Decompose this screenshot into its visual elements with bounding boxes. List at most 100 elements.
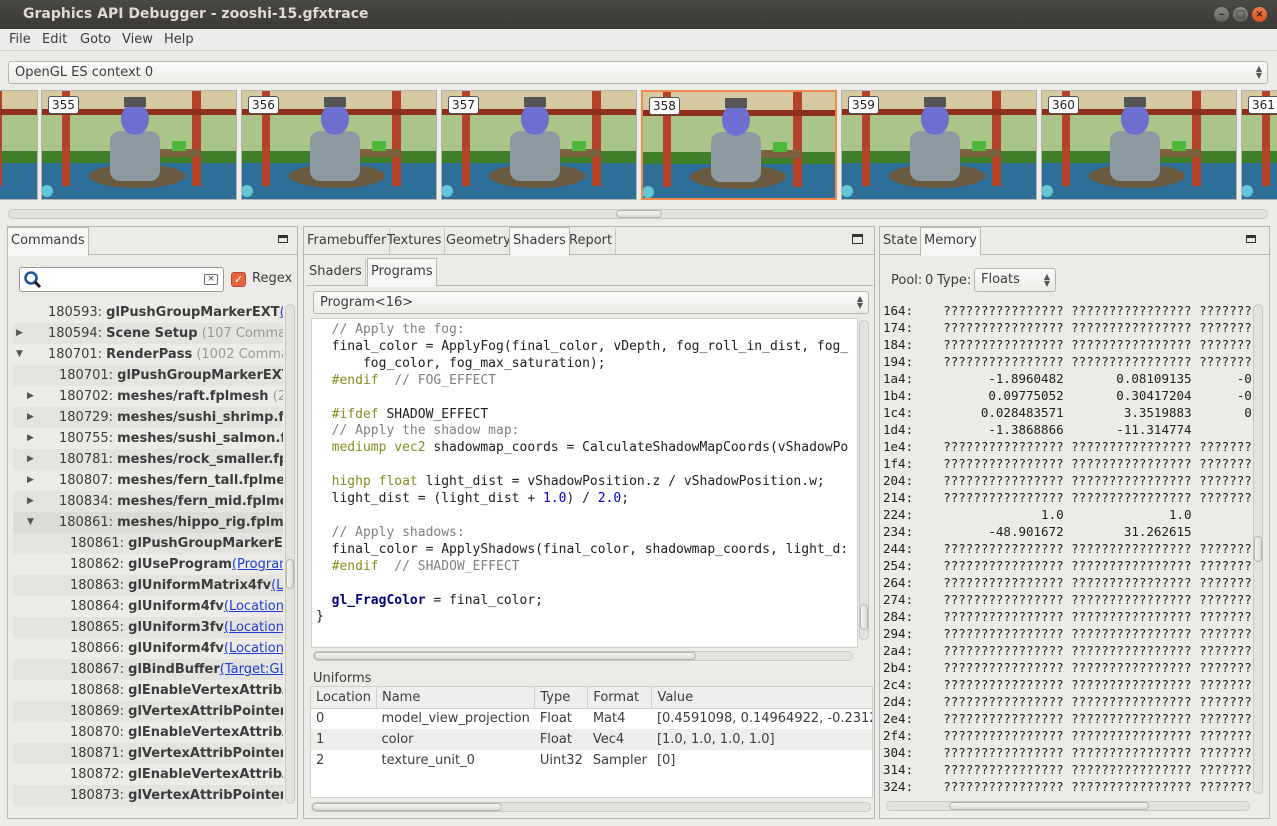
command-row[interactable]: 180593: glPushGroupMarkerEXT(Le (13, 302, 283, 323)
collapse-arrow-icon[interactable]: ▼ (27, 512, 34, 533)
command-row[interactable]: 180701: glPushGroupMarkerEXT (13, 365, 283, 386)
tab-state[interactable]: State (880, 228, 922, 255)
frame-thumbnail[interactable]: 355 (41, 90, 237, 200)
menu-file[interactable]: File (9, 32, 31, 47)
search-input[interactable]: × (19, 267, 224, 292)
panel-minimize-icon[interactable] (278, 235, 288, 243)
command-row[interactable]: 180863: glUniformMatrix4fv(Lo (13, 575, 283, 596)
type-select[interactable]: Floats ▲ ▼ (974, 268, 1056, 292)
menu-goto[interactable]: Goto (80, 32, 111, 47)
uniforms-column-header[interactable]: Name (376, 687, 536, 709)
panel-maximize-icon[interactable] (852, 234, 863, 244)
command-row[interactable]: 180867: glBindBuffer(Target:GL_ (13, 659, 283, 680)
close-icon[interactable]: × (1252, 7, 1267, 22)
command-row[interactable]: ▶ 180807: meshes/fern_tall.fplmesl (13, 470, 283, 491)
expand-arrow-icon[interactable]: ▶ (16, 323, 23, 344)
expand-arrow-icon[interactable]: ▶ (27, 386, 34, 407)
expand-arrow-icon[interactable]: ▶ (27, 428, 34, 449)
collapse-arrow-icon[interactable]: ▼ (16, 344, 23, 365)
shader-source-view[interactable]: // Apply the fog: final_color = ApplyFog… (311, 318, 858, 648)
shader-code: // Apply the fog: final_color = ApplyFog… (316, 322, 849, 625)
code-hscroll-thumb[interactable] (314, 652, 696, 660)
tab-report[interactable]: Report (566, 228, 617, 255)
frame-thumbnail[interactable]: 358 (641, 90, 837, 200)
frame-thumbnail[interactable]: 356 (241, 90, 437, 200)
command-row[interactable]: ▶ 180755: meshes/sushi_salmon.fp (13, 428, 283, 449)
tab-commands[interactable]: Commands (8, 227, 89, 256)
memory-view[interactable]: 164: ???????????????? ???????????????? ?… (883, 302, 1251, 797)
expand-arrow-icon[interactable]: ▶ (27, 449, 34, 470)
command-row[interactable]: 180871: glVertexAttribPointer( (13, 743, 283, 764)
uniforms-row[interactable]: 2 texture_unit_0 Uint32 Sampler [0] (311, 750, 872, 771)
uniforms-row[interactable]: 1 color Float Vec4 [1.0, 1.0, 1.0, 1.0] (311, 729, 872, 750)
command-row[interactable]: ▶ 180729: meshes/sushi_shrimp.fp (13, 407, 283, 428)
code-vscroll-thumb[interactable] (860, 604, 868, 630)
command-row[interactable]: 180864: glUniform4fv(Location:1 (13, 596, 283, 617)
clear-icon[interactable]: × (204, 274, 218, 285)
menu-help[interactable]: Help (164, 32, 194, 47)
command-row[interactable]: ▼ 180701: RenderPass (1002 Comma (13, 344, 283, 365)
expand-arrow-icon[interactable]: ▶ (27, 407, 34, 428)
command-row[interactable]: 180861: glPushGroupMarkerEX (13, 533, 283, 554)
program-select[interactable]: Program<16> ▲ ▼ (313, 291, 869, 314)
frame-thumbnail[interactable]: 360 (1041, 90, 1237, 200)
subtab-shaders[interactable]: Shaders (306, 259, 366, 286)
commands-scrollbar[interactable] (285, 304, 295, 804)
command-row[interactable]: 180870: glEnableVertexAttribAr (13, 722, 283, 743)
command-row[interactable]: 180868: glEnableVertexAttribAr (13, 680, 283, 701)
frame-thumbnail[interactable] (0, 90, 38, 200)
memory-hscroll-thumb[interactable] (949, 802, 1149, 810)
uniforms-column-header[interactable]: Format (587, 687, 653, 709)
memory-hscrollbar[interactable] (886, 801, 1250, 811)
tab-shaders[interactable]: Shaders (509, 227, 570, 256)
menu-edit[interactable]: Edit (42, 32, 67, 47)
code-vscrollbar[interactable] (859, 320, 869, 640)
frame-thumbnail[interactable]: 359 (841, 90, 1037, 200)
menu-view[interactable]: View (122, 32, 153, 47)
uniforms-row[interactable]: 0 model_view_projection Float Mat4 [0.459109… (311, 708, 872, 729)
memory-vscroll-thumb[interactable] (1254, 536, 1262, 562)
tab-memory[interactable]: Memory (920, 227, 981, 256)
uniforms-column-header[interactable]: Location (311, 687, 377, 709)
code-hscrollbar[interactable] (313, 651, 853, 661)
command-row[interactable]: ▶ 180834: meshes/fern_mid.fplmes (13, 491, 283, 512)
command-row[interactable]: 180872: glEnableVertexAttribAr (13, 764, 283, 785)
command-params-link[interactable]: (Program (232, 557, 283, 572)
command-params-link[interactable]: (Lo (271, 578, 283, 593)
memory-vscrollbar[interactable] (1253, 304, 1263, 794)
command-row[interactable]: ▼ 180861: meshes/hippo_rig.fplme (13, 512, 283, 533)
tab-textures[interactable]: Textures (384, 228, 446, 255)
command-row[interactable]: 180866: glUniform4fv(Location:4 (13, 638, 283, 659)
filmstrip-scrollbar[interactable] (8, 209, 1268, 219)
command-params-link[interactable]: (Le (280, 305, 283, 320)
command-row[interactable]: 180862: glUseProgram(Program (13, 554, 283, 575)
command-row[interactable]: ▶ 180781: meshes/rock_smaller.fplı (13, 449, 283, 470)
command-params-link[interactable]: (Location:1 (224, 620, 283, 635)
command-params-link[interactable]: (Location:1 (224, 599, 283, 614)
tab-framebuffer[interactable]: Framebuffer (304, 228, 391, 255)
expand-arrow-icon[interactable]: ▶ (27, 470, 34, 491)
frame-thumbnail[interactable]: 361 (1241, 90, 1277, 200)
command-row[interactable]: 180873: glVertexAttribPointer (13, 785, 283, 806)
regex-checkbox[interactable]: ✓ (231, 272, 246, 287)
panel-minimize-icon[interactable] (1246, 235, 1256, 243)
subtab-programs[interactable]: Programs (367, 258, 437, 287)
filmstrip-scroll-thumb[interactable] (616, 210, 662, 218)
expand-arrow-icon[interactable]: ▶ (27, 491, 34, 512)
uniforms-column-header[interactable]: Type (534, 687, 589, 709)
command-row[interactable]: 180865: glUniform3fv(Location:1 (13, 617, 283, 638)
command-row[interactable]: 180869: glVertexAttribPointer( (13, 701, 283, 722)
minimize-icon[interactable]: – (1214, 7, 1229, 22)
uniforms-hscroll-thumb[interactable] (312, 803, 502, 811)
command-params-link[interactable]: (Target:GL_ (220, 662, 283, 677)
uniforms-hscrollbar[interactable] (311, 802, 871, 812)
uniforms-column-header[interactable]: Value (651, 687, 872, 709)
command-params-link[interactable]: (Location:4 (224, 641, 283, 656)
context-select[interactable]: OpenGL ES context 0 ▲ ▼ (8, 61, 1268, 84)
tab-geometry[interactable]: Geometry (443, 228, 515, 255)
command-row[interactable]: ▶ 180702: meshes/raft.fplmesh (27 (13, 386, 283, 407)
commands-scroll-thumb[interactable] (286, 559, 294, 589)
frame-thumbnail[interactable]: 357 (441, 90, 637, 200)
command-row[interactable]: ▶ 180594: Scene Setup (107 Comman (13, 323, 283, 344)
maximize-icon[interactable]: □ (1233, 7, 1248, 22)
